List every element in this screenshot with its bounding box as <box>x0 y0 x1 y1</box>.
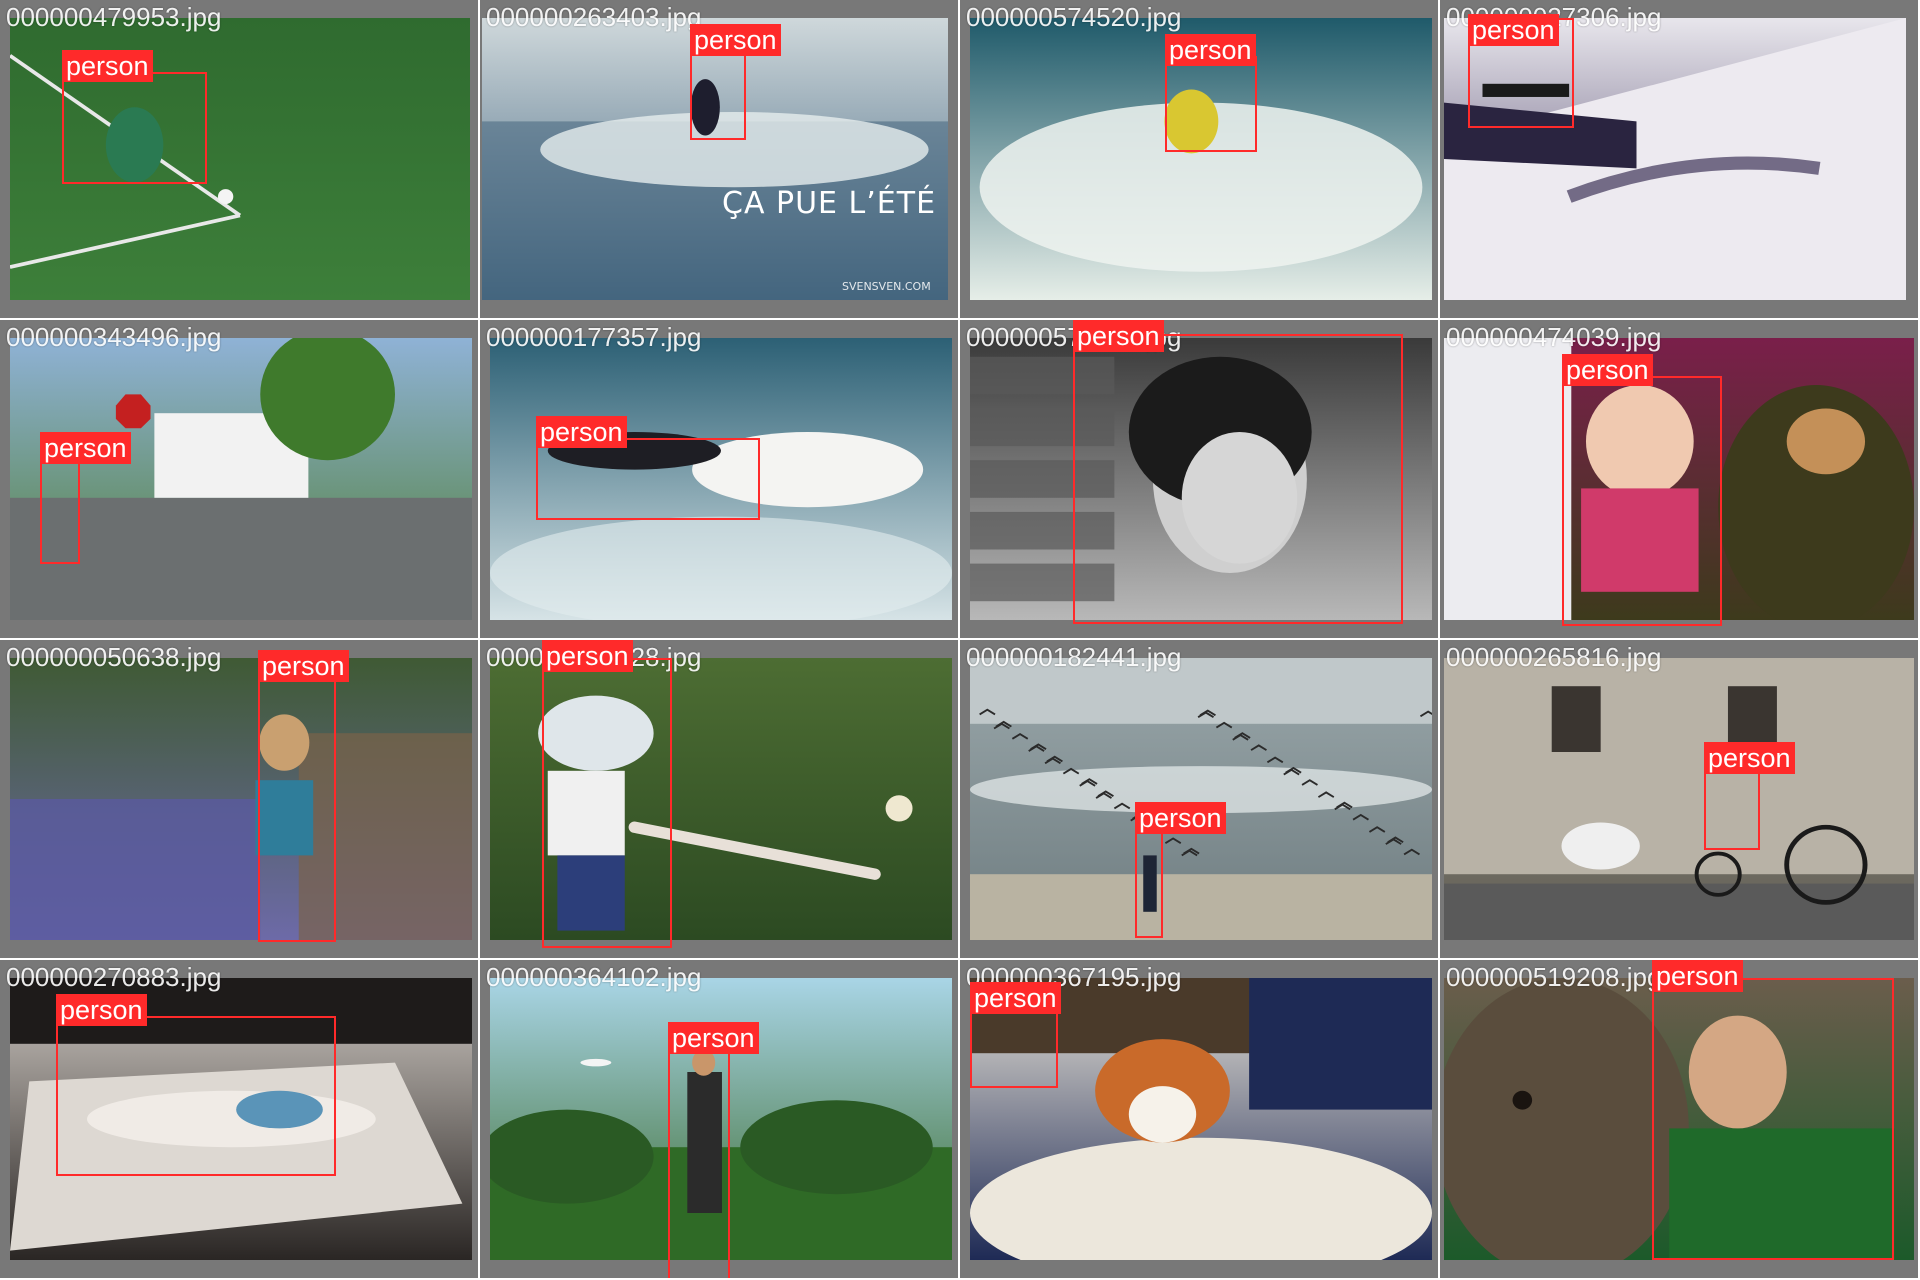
image-tile: ÇA PUE L’ÉTÉ SVENSVEN.COM 000000263403.jpg… <box>480 0 960 320</box>
image-tile: 000000367195.jpg person <box>960 960 1440 1280</box>
image-tile: 000000270883.jpg person <box>0 960 480 1280</box>
filename-label: 000000270883.jpg <box>6 962 222 992</box>
person-bounding-box <box>536 438 760 520</box>
photo <box>970 658 1432 940</box>
class-label: person <box>56 994 147 1026</box>
filename-label: 000000519208.jpg <box>1446 962 1662 992</box>
class-label: person <box>1704 742 1795 774</box>
class-label: person <box>542 640 633 672</box>
photo <box>1444 658 1914 940</box>
person-bounding-box <box>690 46 746 140</box>
filename-label: 000000182441.jpg <box>966 642 1182 672</box>
person-bounding-box <box>1652 978 1894 1260</box>
class-label: person <box>1135 802 1226 834</box>
class-label: person <box>668 1022 759 1054</box>
class-label: person <box>62 50 153 82</box>
watermark: SVENSVEN.COM <box>842 280 931 293</box>
class-label: person <box>1652 960 1743 992</box>
class-label: person <box>1073 320 1164 352</box>
filename-label: 000000364102.jpg <box>486 962 702 992</box>
image-tile: 000000182441.jpg person <box>960 640 1440 960</box>
person-bounding-box <box>1073 334 1403 624</box>
image-tile: 000000574520.jpg person <box>960 0 1440 320</box>
image-tile: 000000364102.jpg person <box>480 960 960 1280</box>
class-label: person <box>536 416 627 448</box>
person-bounding-box <box>970 1004 1058 1088</box>
class-label: person <box>1165 34 1256 66</box>
person-bounding-box <box>1562 376 1722 626</box>
person-bounding-box <box>258 672 336 942</box>
person-bounding-box <box>56 1016 336 1176</box>
person-bounding-box <box>1704 764 1760 850</box>
overlay-caption: ÇA PUE L’ÉTÉ <box>722 186 937 221</box>
person-bounding-box <box>1165 56 1257 152</box>
image-tile: 000000050638.jpg person <box>0 640 480 960</box>
photo-content <box>970 658 1432 940</box>
image-tile: 000000479953.jpg person <box>0 0 480 320</box>
filename-label: 000000474039.jpg <box>1446 322 1662 352</box>
class-label: person <box>40 432 131 464</box>
class-label: person <box>1562 354 1653 386</box>
image-tile: 000000579655.jpgperson <box>960 320 1440 640</box>
person-bounding-box <box>668 1044 730 1278</box>
person-bounding-box <box>1135 824 1163 938</box>
filename-label: 000000574520.jpg <box>966 2 1182 32</box>
filename-label: 000000263403.jpg <box>486 2 702 32</box>
person-bounding-box <box>40 454 80 564</box>
class-label: person <box>258 650 349 682</box>
filename-label: 000000050638.jpg <box>6 642 222 672</box>
photo <box>10 658 472 940</box>
filename-label: 000000479953.jpg <box>6 2 222 32</box>
image-tile: 000000265816.jpg person <box>1440 640 1920 960</box>
class-label: person <box>970 982 1061 1014</box>
mosaic-grid: 000000479953.jpg person ÇA PUE L’ÉTÉ SVENSV… <box>0 0 1920 1280</box>
image-tile: 000000343496.jpg person <box>0 320 480 640</box>
filename-label: 000000177357.jpg <box>486 322 702 352</box>
photo-content <box>1444 658 1914 940</box>
image-tile: 000000027306.jpgperson <box>1440 0 1920 320</box>
image-tile: 000000297928.jpgperson <box>480 640 960 960</box>
image-tile: 000000474039.jpg person <box>1440 320 1920 640</box>
image-tile: 000000177357.jpg person <box>480 320 960 640</box>
person-bounding-box <box>542 658 672 948</box>
image-tile: 000000519208.jpg person <box>1440 960 1920 1280</box>
filename-label: 000000343496.jpg <box>6 322 222 352</box>
class-label: person <box>1468 14 1559 46</box>
photo-content <box>10 658 472 940</box>
class-label: person <box>690 24 781 56</box>
filename-label: 000000265816.jpg <box>1446 642 1662 672</box>
person-bounding-box <box>62 72 207 184</box>
